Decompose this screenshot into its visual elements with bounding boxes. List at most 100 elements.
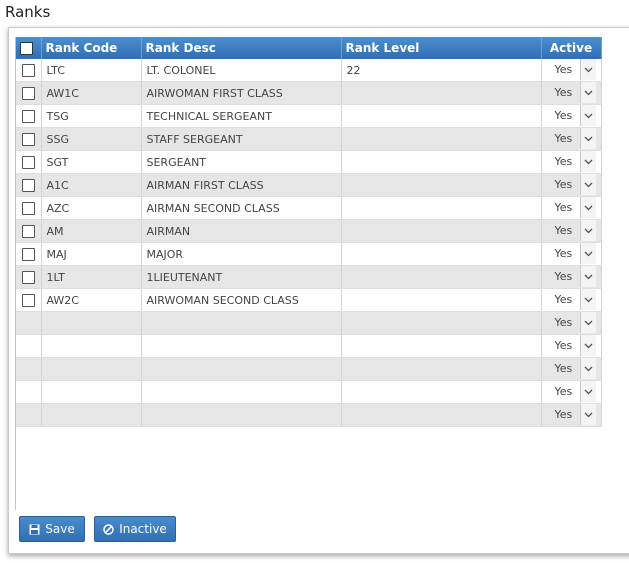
chevron-down-icon[interactable] (579, 82, 596, 103)
rank-code-cell[interactable]: 1LT (41, 265, 142, 289)
rank-level-cell[interactable]: 22 (341, 59, 542, 82)
active-select[interactable]: Yes (547, 404, 596, 426)
chevron-down-icon[interactable] (579, 220, 596, 241)
chevron-down-icon[interactable] (579, 151, 596, 172)
row-checkbox[interactable] (21, 109, 35, 123)
rank-desc-cell[interactable]: AIRWOMAN SECOND CLASS (141, 288, 342, 312)
chevron-down-icon[interactable] (579, 266, 596, 287)
rank-level-cell[interactable] (341, 334, 542, 358)
rank-code-cell[interactable] (41, 380, 142, 404)
rank-code-cell[interactable] (41, 357, 142, 381)
table-row[interactable]: Yes (16, 403, 602, 427)
chevron-down-icon[interactable] (579, 105, 596, 126)
table-row[interactable]: AW1C AIRWOMAN FIRST CLASS Yes (16, 81, 602, 105)
rank-desc-cell[interactable]: AIRMAN SECOND CLASS (141, 196, 342, 220)
column-header-rank-code[interactable]: Rank Code (41, 37, 142, 59)
rank-level-cell[interactable] (341, 242, 542, 266)
table-row[interactable]: LTC LT. COLONEL 22 Yes (16, 59, 602, 82)
rank-desc-cell[interactable] (141, 334, 342, 358)
active-select[interactable]: Yes (547, 358, 596, 380)
rank-code-cell[interactable]: AW2C (41, 288, 142, 312)
rank-level-cell[interactable] (341, 403, 542, 427)
row-checkbox[interactable] (21, 63, 35, 77)
active-select[interactable]: Yes (547, 197, 596, 219)
table-row[interactable]: 1LT 1LIEUTENANT Yes (16, 265, 602, 289)
rank-level-cell[interactable] (341, 311, 542, 335)
active-select[interactable]: Yes (547, 381, 596, 403)
table-row[interactable]: SSG STAFF SERGEANT Yes (16, 127, 602, 151)
table-row[interactable]: MAJ MAJOR Yes (16, 242, 602, 266)
active-select[interactable]: Yes (547, 82, 596, 104)
row-checkbox[interactable] (21, 132, 35, 146)
rank-level-cell[interactable] (341, 265, 542, 289)
chevron-down-icon[interactable] (579, 59, 596, 80)
rank-level-cell[interactable] (341, 380, 542, 404)
chevron-down-icon[interactable] (579, 404, 596, 425)
rank-level-cell[interactable] (341, 150, 542, 174)
rank-desc-cell[interactable]: SERGEANT (141, 150, 342, 174)
chevron-down-icon[interactable] (579, 381, 596, 402)
table-row[interactable]: Yes (16, 357, 602, 381)
rank-desc-cell[interactable]: AIRMAN (141, 219, 342, 243)
rank-code-cell[interactable]: SSG (41, 127, 142, 151)
select-all-checkbox[interactable] (20, 42, 33, 55)
table-row[interactable]: SGT SERGEANT Yes (16, 150, 602, 174)
rank-code-cell[interactable]: SGT (41, 150, 142, 174)
table-row[interactable]: Yes (16, 311, 602, 335)
table-row[interactable]: Yes (16, 334, 602, 358)
rank-desc-cell[interactable] (141, 403, 342, 427)
table-row[interactable]: Yes (16, 380, 602, 404)
column-header-rank-desc[interactable]: Rank Desc (141, 37, 342, 59)
row-checkbox[interactable] (21, 178, 35, 192)
active-select[interactable]: Yes (547, 266, 596, 288)
rank-code-cell[interactable] (41, 311, 142, 335)
active-select[interactable]: Yes (547, 105, 596, 127)
chevron-down-icon[interactable] (579, 197, 596, 218)
row-checkbox[interactable] (21, 201, 35, 215)
rank-level-cell[interactable] (341, 357, 542, 381)
column-header-rank-level[interactable]: Rank Level (341, 37, 542, 59)
column-header-active[interactable]: Active (541, 37, 602, 59)
chevron-down-icon[interactable] (579, 289, 596, 310)
active-select[interactable]: Yes (547, 335, 596, 357)
chevron-down-icon[interactable] (579, 128, 596, 149)
active-select[interactable]: Yes (547, 174, 596, 196)
rank-desc-cell[interactable]: AIRMAN FIRST CLASS (141, 173, 342, 197)
table-row[interactable]: AW2C AIRWOMAN SECOND CLASS Yes (16, 288, 602, 312)
rank-level-cell[interactable] (341, 104, 542, 128)
rank-desc-cell[interactable]: 1LIEUTENANT (141, 265, 342, 289)
chevron-down-icon[interactable] (579, 358, 596, 379)
rank-desc-cell[interactable] (141, 357, 342, 381)
row-checkbox[interactable] (21, 270, 35, 284)
rank-code-cell[interactable]: AW1C (41, 81, 142, 105)
rank-level-cell[interactable] (341, 219, 542, 243)
chevron-down-icon[interactable] (579, 174, 596, 195)
rank-code-cell[interactable] (41, 403, 142, 427)
active-select[interactable]: Yes (547, 128, 596, 150)
chevron-down-icon[interactable] (579, 243, 596, 264)
rank-desc-cell[interactable]: AIRWOMAN FIRST CLASS (141, 81, 342, 105)
inactive-button[interactable]: Inactive (94, 516, 176, 542)
active-select[interactable]: Yes (547, 243, 596, 265)
chevron-down-icon[interactable] (579, 335, 596, 356)
active-select[interactable]: Yes (547, 151, 596, 173)
active-select[interactable]: Yes (547, 312, 596, 334)
rank-code-cell[interactable]: A1C (41, 173, 142, 197)
save-button[interactable]: Save (19, 516, 85, 542)
rank-code-cell[interactable]: AZC (41, 196, 142, 220)
row-checkbox[interactable] (21, 155, 35, 169)
rank-level-cell[interactable] (341, 81, 542, 105)
rank-level-cell[interactable] (341, 196, 542, 220)
rank-code-cell[interactable] (41, 334, 142, 358)
rank-desc-cell[interactable]: STAFF SERGEANT (141, 127, 342, 151)
row-checkbox[interactable] (21, 86, 35, 100)
rank-desc-cell[interactable]: LT. COLONEL (141, 59, 342, 82)
rank-code-cell[interactable]: AM (41, 219, 142, 243)
rank-level-cell[interactable] (341, 288, 542, 312)
rank-level-cell[interactable] (341, 127, 542, 151)
table-row[interactable]: AZC AIRMAN SECOND CLASS Yes (16, 196, 602, 220)
active-select[interactable]: Yes (547, 220, 596, 242)
row-checkbox[interactable] (21, 247, 35, 261)
rank-desc-cell[interactable]: TECHNICAL SERGEANT (141, 104, 342, 128)
active-select[interactable]: Yes (547, 289, 596, 311)
